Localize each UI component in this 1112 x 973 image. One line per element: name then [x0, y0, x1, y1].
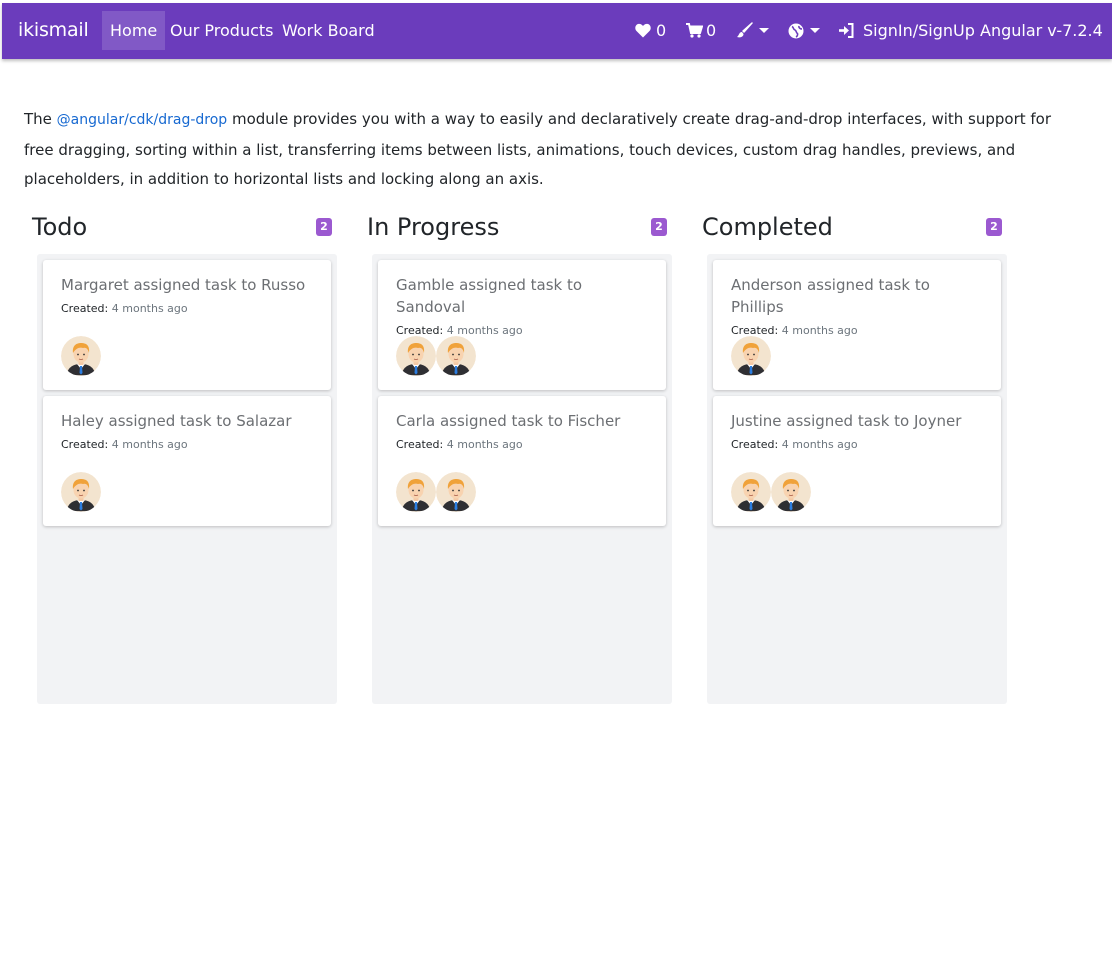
count-badge: 2: [651, 218, 667, 236]
column-title: Todo: [32, 213, 88, 241]
chevron-down-icon: [810, 28, 820, 33]
created-ago: 4 months ago: [781, 324, 858, 337]
task-card[interactable]: Gamble assigned task to Sandoval Created:…: [378, 260, 666, 390]
top-navbar: ikismail Home Our Products Work Board 0 …: [2, 3, 1112, 59]
created-ago: 4 months ago: [446, 438, 523, 451]
created-ago: 4 months ago: [111, 302, 188, 315]
board-column: In Progress 2 Gamble assigned task to Sand…: [367, 212, 672, 704]
column-header: Todo 2: [32, 212, 337, 252]
task-created: Created: 4 months ago: [61, 438, 313, 451]
created-label: Created:: [396, 438, 444, 451]
assignee-avatar: [61, 472, 101, 512]
brush-icon: [736, 22, 753, 39]
sign-in-icon: [838, 23, 854, 38]
task-created: Created: 4 months ago: [61, 302, 313, 315]
created-label: Created:: [61, 438, 109, 451]
task-card[interactable]: Justine assigned task to Joyner Created: …: [713, 396, 1001, 526]
cart-icon: [686, 23, 703, 38]
task-title: Anderson assigned task to Phillips: [731, 276, 930, 316]
assignee-avatars: [731, 336, 771, 376]
assignee-avatar: [731, 472, 771, 512]
board-column: Completed 2 Anderson assigned task to Phil…: [702, 212, 1007, 704]
column-header: Completed 2: [702, 212, 1007, 252]
task-card[interactable]: Haley assigned task to Salazar Created: 4…: [43, 396, 331, 526]
theme-dropdown[interactable]: [736, 11, 769, 50]
task-created: Created: 4 months ago: [396, 438, 648, 451]
intro-prefix: The: [24, 110, 57, 128]
favorites-count: 0: [656, 21, 667, 40]
assignee-avatar: [436, 472, 476, 512]
drop-list[interactable]: Gamble assigned task to Sandoval Created:…: [372, 254, 672, 704]
task-card[interactable]: Carla assigned task to Fischer Created: 4…: [378, 396, 666, 526]
globe-icon: [788, 23, 804, 39]
signin-label: SignIn/SignUp: [863, 21, 975, 40]
task-created: Created: 4 months ago: [731, 438, 983, 451]
assignee-avatar: [436, 336, 476, 376]
column-header: In Progress 2: [367, 212, 672, 252]
assignee-avatars: [396, 472, 476, 512]
assignee-avatars: [396, 336, 476, 376]
created-label: Created:: [731, 438, 779, 451]
cart-count: 0: [706, 21, 717, 40]
heart-icon: [635, 23, 651, 38]
chevron-down-icon: [759, 28, 769, 33]
assignee-avatar: [731, 336, 771, 376]
assignee-avatars: [61, 472, 101, 512]
task-title: Margaret assigned task to Russo: [61, 276, 306, 294]
intro-paragraph: The @angular/cdk/drag-drop module provid…: [24, 105, 1074, 195]
assignee-avatar: [771, 472, 811, 512]
task-title: Justine assigned task to Joyner: [731, 412, 962, 430]
column-title: In Progress: [367, 213, 500, 241]
assignee-avatar: [396, 336, 436, 376]
drop-list[interactable]: Margaret assigned task to Russo Created: …: [37, 254, 337, 704]
brand-logo[interactable]: ikismail: [18, 19, 89, 41]
language-dropdown[interactable]: [788, 11, 820, 50]
signin-link[interactable]: SignIn/SignUp: [838, 11, 975, 50]
drop-list[interactable]: Anderson assigned task to Phillips Create…: [707, 254, 1007, 704]
assignee-avatar: [396, 472, 436, 512]
nav-our-products[interactable]: Our Products: [170, 11, 273, 50]
nav-home[interactable]: Home: [102, 11, 166, 50]
version-label[interactable]: Angular v-7.2.4: [980, 11, 1103, 50]
assignee-avatar: [61, 336, 101, 376]
task-title: Haley assigned task to Salazar: [61, 412, 292, 430]
cart-link[interactable]: 0: [686, 11, 716, 50]
count-badge: 2: [316, 218, 332, 236]
drag-drop-doc-link[interactable]: @angular/cdk/drag-drop: [57, 112, 228, 128]
created-label: Created:: [61, 302, 109, 315]
assignee-avatars: [731, 472, 811, 512]
board-column: Todo 2 Margaret assigned task to Russo Crea…: [32, 212, 337, 704]
created-ago: 4 months ago: [781, 438, 858, 451]
created-ago: 4 months ago: [111, 438, 188, 451]
task-title: Carla assigned task to Fischer: [396, 412, 621, 430]
count-badge: 2: [986, 218, 1002, 236]
column-title: Completed: [702, 213, 833, 241]
task-title: Gamble assigned task to Sandoval: [396, 276, 583, 316]
favorites-link[interactable]: 0: [635, 11, 666, 50]
task-card[interactable]: Margaret assigned task to Russo Created: …: [43, 260, 331, 390]
assignee-avatars: [61, 336, 101, 376]
nav-work-board[interactable]: Work Board: [282, 11, 375, 50]
task-card[interactable]: Anderson assigned task to Phillips Create…: [713, 260, 1001, 390]
